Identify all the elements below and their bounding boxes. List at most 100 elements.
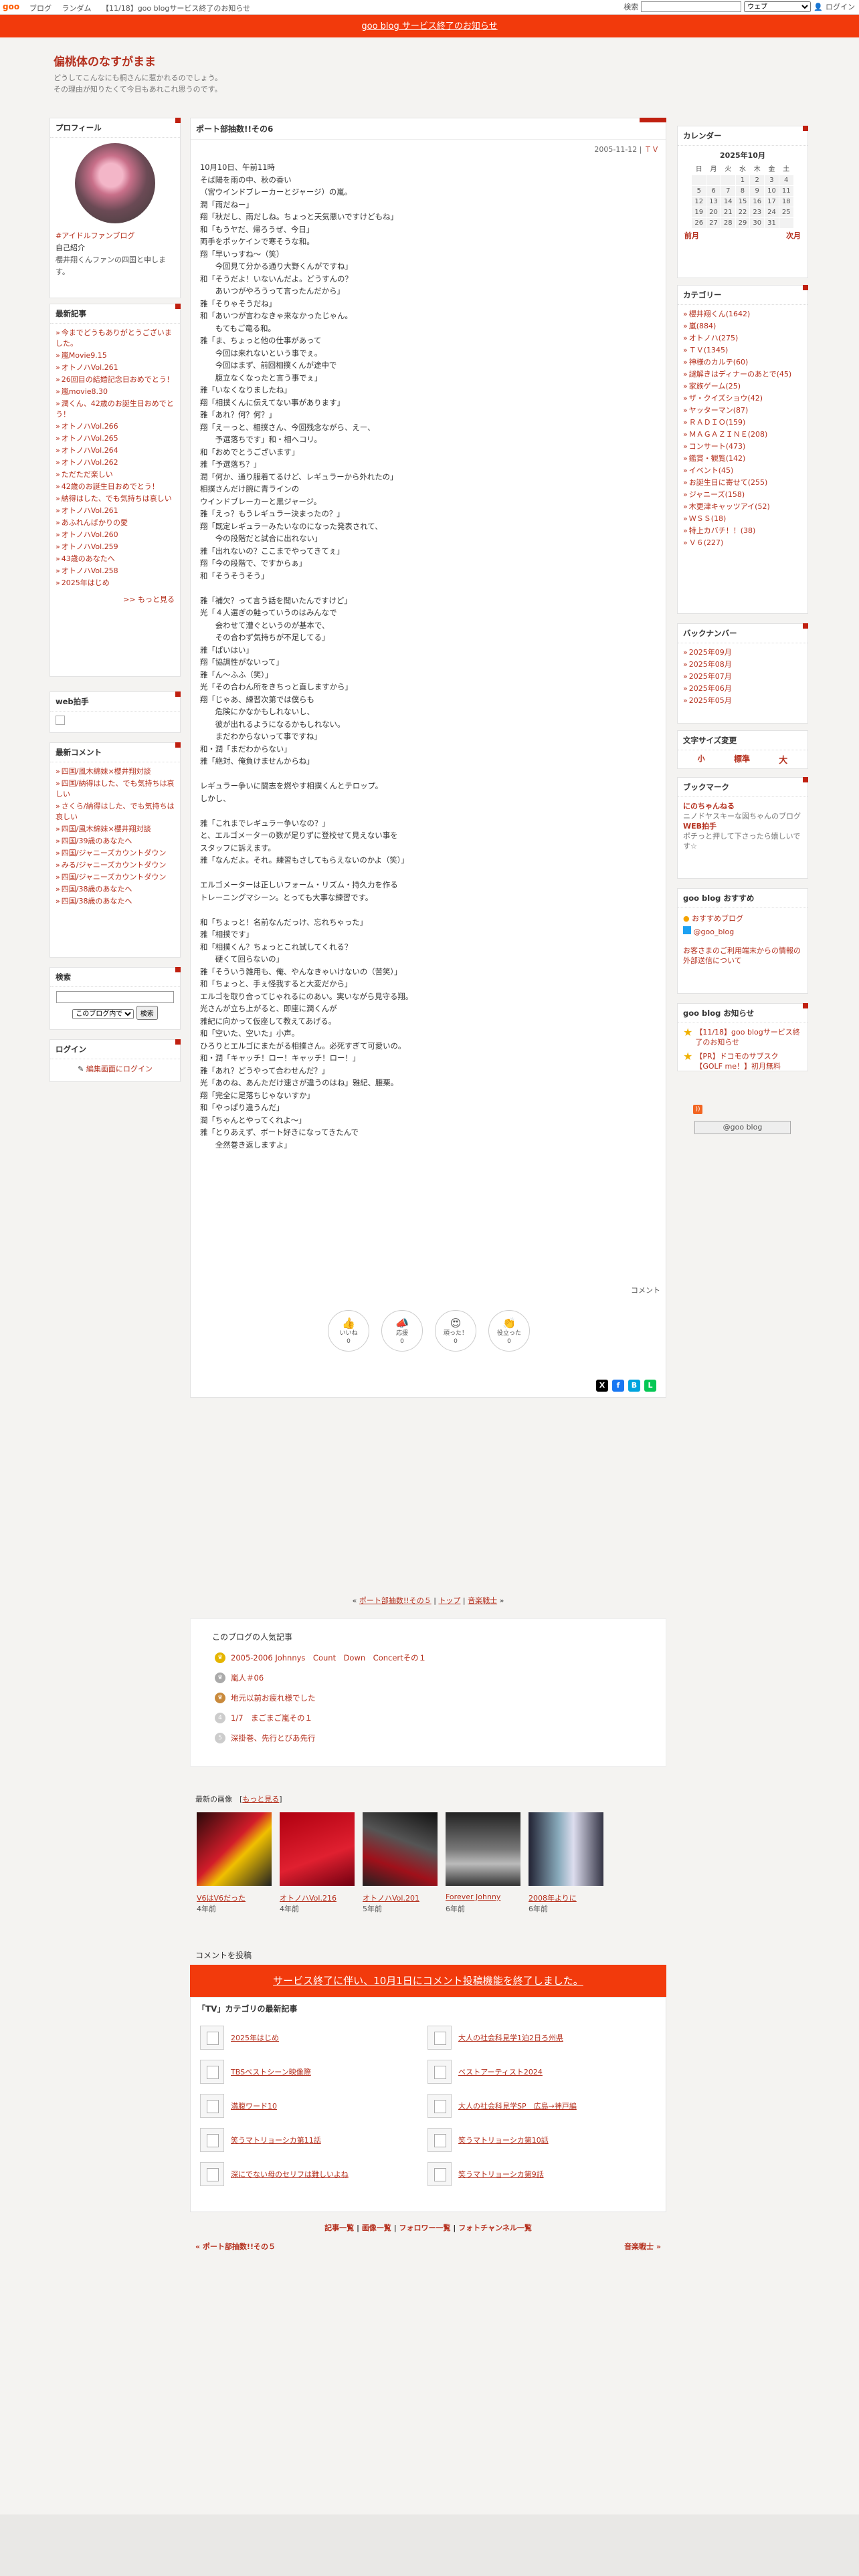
recent-entry-item[interactable]: オトノハVol.266 [56, 421, 175, 432]
category-latest-item[interactable]: 笑うマトリョーシカ第11話 [200, 2128, 321, 2152]
thumb-image[interactable] [280, 1812, 355, 1886]
recent-entry-item[interactable]: 2025年はじめ [56, 578, 175, 588]
comment-link[interactable]: コメント [631, 1285, 660, 1295]
recent-entry-item[interactable]: オトノハVol.259 [56, 542, 175, 552]
category-latest-item[interactable]: 深にでない母のセリフは難しいよね [200, 2162, 349, 2186]
category-item[interactable]: イベント(45) [683, 465, 802, 476]
category-latest-item[interactable]: 満腹ワード10 [200, 2094, 277, 2118]
recent-entry-item[interactable]: オトノハVol.261 [56, 506, 175, 516]
goo-logo[interactable]: goo [3, 2, 19, 11]
recent-entry-item[interactable]: 嵐movie8.30 [56, 387, 175, 397]
recent-comment-item[interactable]: みる/ジャニーズカウントダウン [56, 860, 175, 871]
category-item[interactable]: オトノハ(275) [683, 333, 802, 344]
category-latest-item[interactable]: 2025年はじめ [200, 2026, 279, 2050]
recent-entry-item[interactable]: オトノハVol.262 [56, 457, 175, 468]
blog-title[interactable]: 偏桃体のなすがまま [54, 52, 156, 69]
category-latest-item[interactable]: ベストアーティスト2024 [427, 2060, 543, 2084]
recent-entry-item[interactable]: 嵐Movie9.15 [56, 350, 175, 361]
images-more-link[interactable]: もっと見る [242, 1795, 279, 1804]
category-item[interactable]: 木更津キャッツアイ(52) [683, 502, 802, 512]
webclap-image[interactable] [56, 716, 65, 725]
popular-item[interactable]: 地元以前お疲れ様でした [231, 1693, 316, 1703]
category-item[interactable]: ジャニーズ(158) [683, 490, 802, 500]
thumb-image[interactable] [363, 1812, 438, 1886]
service-end-link[interactable]: goo blog サービス終了のお知らせ [361, 21, 497, 31]
font-medium-button[interactable]: 標準 [734, 753, 750, 766]
category-latest-item[interactable]: 大人の社会科見学1泊2日ろ州県 [427, 2026, 563, 2050]
category-item[interactable]: 嵐(884) [683, 321, 802, 332]
recent-entry-item[interactable]: オトノハVol.264 [56, 445, 175, 456]
blog-search-button[interactable]: 検索 [136, 1006, 158, 1020]
backnumber-item[interactable]: 2025年06月 [683, 683, 802, 694]
recent-comment-item[interactable]: 四国/納得はした、でも気持ちは哀しい [56, 778, 175, 800]
blog-search-input[interactable] [56, 991, 174, 1003]
twitter-link[interactable]: @goo_blog [694, 928, 735, 936]
prev-entry-link[interactable]: ポート部抽数!!その５ [359, 1596, 432, 1605]
hatena-share-icon[interactable]: B [628, 1380, 640, 1392]
goo-blog-badge[interactable]: @goo blog [694, 1121, 791, 1134]
recent-entry-item[interactable]: オトノハVol.260 [56, 530, 175, 540]
nav-notice[interactable]: 【11/18】goo blogサービス終了のお知らせ [102, 4, 250, 13]
recent-comment-item[interactable]: 四国/38歳のあなたへ [56, 884, 175, 895]
category-item[interactable]: ＲＡＤＩＯ(159) [683, 417, 802, 428]
font-small-button[interactable]: 小 [698, 753, 705, 766]
thumb-title[interactable]: 2008年よりに [529, 1893, 577, 1903]
backnumber-item[interactable]: 2025年09月 [683, 647, 802, 658]
goo-info-link[interactable]: 【PR】ドコモのサブスク【GOLF me！】初月無料 [695, 1051, 802, 1071]
category-item[interactable]: ＭＡＧＡＺＩＮＥ(208) [683, 429, 802, 440]
thumb-image[interactable] [197, 1812, 272, 1886]
recent-comment-item[interactable]: 四国/風木綿妹×櫻井翔対談 [56, 824, 175, 835]
reaction-button[interactable]: 👏 役立った 0 [488, 1310, 530, 1352]
recent-entry-item[interactable]: 納得はした、でも気持ちは哀しい [56, 494, 175, 504]
category-item[interactable]: 神様のカルテ(60) [683, 357, 802, 368]
profile-tag-link[interactable]: #アイドルファンブログ [56, 231, 134, 240]
category-item[interactable]: ザ・クイズショウ(42) [683, 393, 802, 404]
calendar-prev[interactable]: 前月 [684, 231, 699, 240]
entry-category-link[interactable]: ＴＶ [644, 145, 659, 154]
recent-comment-item[interactable]: 四国/ジャニーズカウントダウン [56, 848, 175, 859]
blog-search-scope[interactable]: このブログ内で [72, 1009, 134, 1019]
footer-images-link[interactable]: 画像一覧 [362, 2224, 391, 2232]
nav-random[interactable]: ランダム [62, 4, 92, 13]
category-item[interactable]: 特上カバチ！！(38) [683, 526, 802, 536]
category-item[interactable]: 謎解きはディナーのあとで(45) [683, 369, 802, 380]
global-search-input[interactable] [641, 1, 742, 12]
category-item[interactable]: 櫻井翔くん(1642) [683, 309, 802, 320]
edit-login-link[interactable]: 編集画面にログイン [86, 1065, 153, 1073]
recent-entry-item[interactable]: あふれんばかりの愛 [56, 518, 175, 528]
reaction-button[interactable]: 😍 頑った！ 0 [435, 1310, 476, 1352]
thumb-title[interactable]: V6はV6だった [197, 1893, 246, 1903]
category-latest-item[interactable]: 笑うマトリョーシカ第10話 [427, 2128, 549, 2152]
thumb-image[interactable] [446, 1812, 520, 1886]
recent-entry-item[interactable]: 今までどうもありがとうございました。 [56, 328, 175, 349]
search-scope-select[interactable]: ウェブ [744, 1, 812, 12]
recent-entry-item[interactable]: オトノハVol.265 [56, 433, 175, 444]
recent-comment-item[interactable]: 四国/風木綿妹×櫻井翔対談 [56, 766, 175, 777]
recent-comment-item[interactable]: 四国/39歳のあなたへ [56, 836, 175, 847]
facebook-share-icon[interactable]: f [612, 1380, 624, 1392]
recent-entry-item[interactable]: 26回目の結婚記念日おめでとう！ [56, 374, 175, 385]
login-link[interactable]: ログイン [826, 1, 855, 12]
more-link[interactable]: >> もっと見る [123, 595, 175, 604]
line-share-icon[interactable]: L [644, 1380, 656, 1392]
top-link[interactable]: トップ [438, 1596, 460, 1605]
recent-entry-item[interactable]: 潤くん、42歳のお誕生日おめでとう！ [56, 399, 175, 420]
font-large-button[interactable]: 大 [779, 753, 787, 766]
thumb-title[interactable]: オトノハVol.216 [280, 1893, 337, 1903]
category-item[interactable]: Ｖ６(227) [683, 538, 802, 548]
backnumber-item[interactable]: 2025年07月 [683, 671, 802, 682]
footer-next-link[interactable]: 音楽戦士 » [624, 2241, 661, 2252]
goo-info-link[interactable]: 【11/18】goo blogサービス終了のお知らせ [695, 1027, 802, 1047]
recent-entry-item[interactable]: オトノハVol.258 [56, 566, 175, 576]
popular-item[interactable]: 嵐人＃06 [231, 1673, 264, 1683]
popular-item[interactable]: 深掛巻、先行とびあ先行 [231, 1733, 316, 1743]
footer-photochannel-link[interactable]: フォトチャンネル一覧 [458, 2224, 532, 2232]
backnumber-item[interactable]: 2025年05月 [683, 695, 802, 706]
footer-entries-link[interactable]: 記事一覧 [324, 2224, 354, 2232]
calendar-next[interactable]: 次月 [786, 230, 801, 241]
nav-blog[interactable]: ブログ [29, 4, 52, 13]
category-item[interactable]: コンサート(473) [683, 441, 802, 452]
recent-entry-item[interactable]: 42歳のお誕生日おめでとう！ [56, 481, 175, 492]
recent-entry-item[interactable]: 43歳のあなたへ [56, 554, 175, 564]
recent-comment-item[interactable]: 四国/38歳のあなたへ [56, 896, 175, 907]
